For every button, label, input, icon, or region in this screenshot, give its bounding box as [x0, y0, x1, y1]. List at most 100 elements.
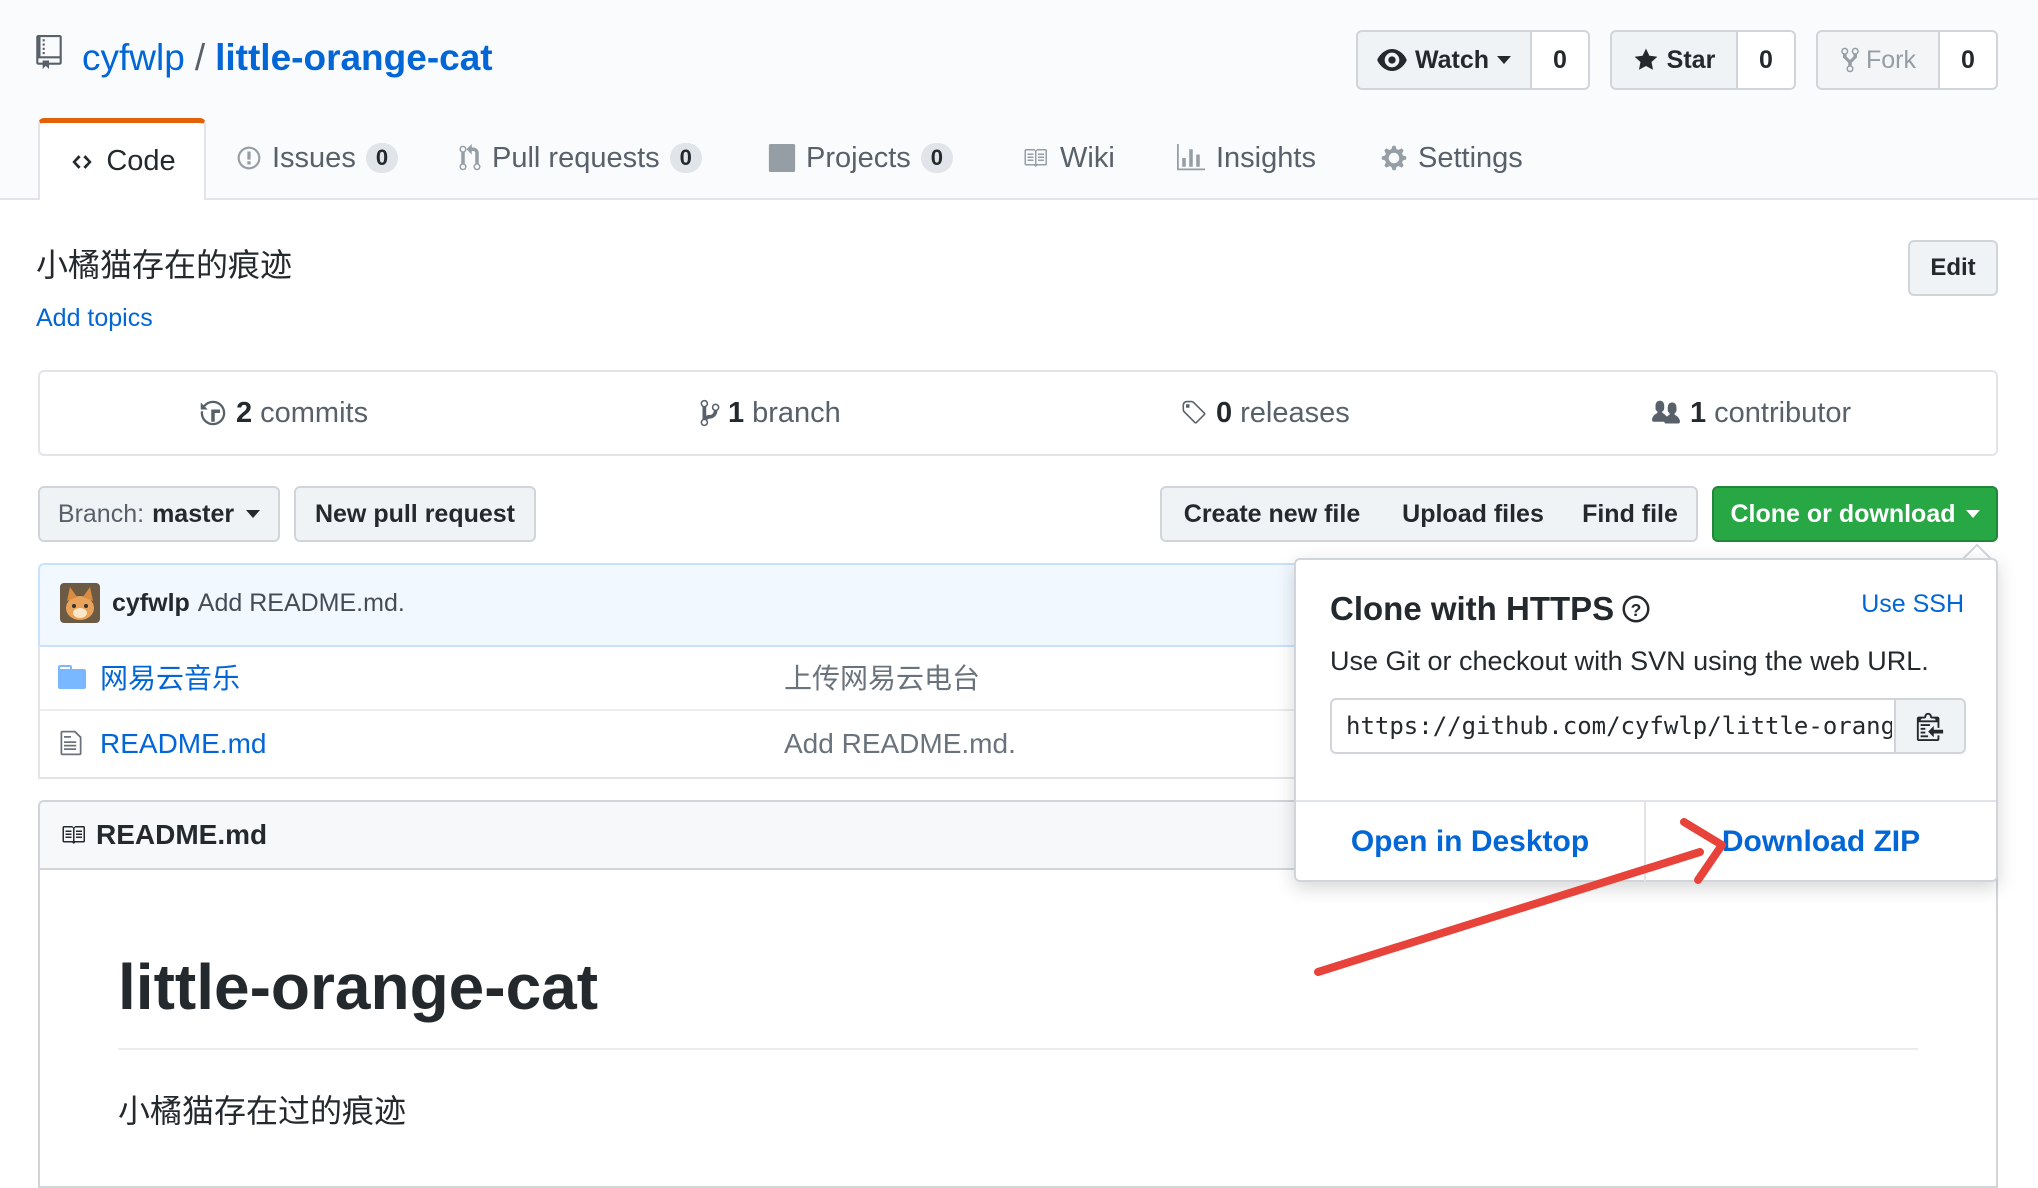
- star-label: Star: [1666, 45, 1716, 74]
- repo-owner-link[interactable]: cyfwlp: [82, 37, 185, 79]
- branch-label: branch: [752, 396, 841, 429]
- upload-files-button[interactable]: Upload files: [1382, 486, 1566, 542]
- contributor-label: contributor: [1714, 396, 1852, 429]
- tab-pull-requests[interactable]: Pull requests 0: [458, 118, 702, 198]
- tab-insights[interactable]: Insights: [1176, 118, 1316, 198]
- repo-title: cyfwlp / little-orange-cat: [36, 34, 493, 82]
- tag-icon: [1178, 399, 1208, 427]
- clone-dropdown: Clone with HTTPS ? Use SSH Use Git or ch…: [1294, 558, 1998, 882]
- readme-paragraph: 小橘猫存在过的痕迹: [118, 1093, 407, 1129]
- edit-description-button[interactable]: Edit: [1908, 240, 1998, 296]
- releases-link[interactable]: 0 releases: [1178, 372, 1350, 454]
- commit-info: cyfwlp Add README.md.: [112, 583, 405, 623]
- repo-separator: /: [194, 37, 206, 78]
- gear-icon: [1380, 144, 1408, 172]
- book-icon: [1020, 146, 1050, 170]
- branch-select-name: master: [152, 499, 235, 528]
- create-new-file-button[interactable]: Create new file: [1160, 486, 1384, 542]
- clone-dropdown-actions: Open in Desktop Download ZIP: [1296, 800, 1996, 884]
- book-icon: [58, 823, 88, 847]
- fork-group: Fork 0: [1816, 30, 1998, 90]
- tab-code[interactable]: Code: [38, 118, 206, 200]
- watch-button[interactable]: Watch: [1356, 30, 1532, 90]
- fork-button[interactable]: Fork: [1816, 30, 1940, 90]
- commits-count: 2: [236, 396, 253, 429]
- file-commit-message[interactable]: Add README.md.: [784, 728, 1016, 760]
- tab-wiki-label: Wiki: [1060, 141, 1115, 174]
- tab-wiki[interactable]: Wiki: [1020, 118, 1115, 198]
- file-commit-message[interactable]: 上传网易云电台: [784, 657, 980, 697]
- git-pull-request-icon: [458, 144, 482, 172]
- repo-description: 小橘猫存在的痕迹: [36, 247, 293, 283]
- clone-or-download-label: Clone or download: [1730, 499, 1956, 528]
- contributor-count: 1: [1690, 396, 1707, 429]
- projects-counter: 0: [920, 143, 954, 173]
- tab-settings[interactable]: Settings: [1380, 118, 1523, 198]
- readme-divider: [118, 1048, 1918, 1050]
- star-count[interactable]: 0: [1738, 30, 1796, 90]
- people-icon: [1650, 399, 1682, 427]
- file-name-link[interactable]: 网易云音乐: [100, 657, 240, 697]
- star-icon: [1633, 47, 1659, 73]
- download-zip-button[interactable]: Download ZIP: [1646, 802, 1996, 882]
- use-ssh-link[interactable]: Use SSH: [1861, 590, 1964, 619]
- repo-header: cyfwlp / little-orange-cat Watch 0 Star …: [0, 0, 2038, 200]
- graph-icon: [1176, 144, 1206, 172]
- file-name-link[interactable]: README.md: [100, 728, 266, 760]
- repo-name-link[interactable]: little-orange-cat: [215, 37, 493, 79]
- watch-group: Watch 0: [1356, 30, 1590, 90]
- watch-count[interactable]: 0: [1532, 30, 1590, 90]
- contributors-link[interactable]: 1 contributor: [1650, 372, 1851, 454]
- caret-down-icon: [1497, 56, 1512, 64]
- readme-heading: little-orange-cat: [118, 951, 599, 1023]
- clone-title-text: Clone with HTTPS: [1330, 590, 1615, 627]
- branch-count: 1: [728, 396, 745, 429]
- fork-icon: [1840, 46, 1860, 74]
- git-branch-icon: [700, 398, 720, 428]
- tab-insights-label: Insights: [1216, 141, 1316, 174]
- star-button[interactable]: Star: [1610, 30, 1738, 90]
- find-file-button[interactable]: Find file: [1564, 486, 1698, 542]
- commit-message[interactable]: Add README.md.: [198, 589, 405, 618]
- watch-label: Watch: [1414, 45, 1490, 74]
- question-icon[interactable]: ?: [1622, 595, 1650, 623]
- tab-projects[interactable]: Projects 0: [768, 118, 954, 198]
- numbers-summary: 2 commits 1 branch 0 releases 1 contribu…: [38, 370, 1998, 456]
- clone-instructions: Use Git or checkout with SVN using the w…: [1330, 646, 1929, 676]
- caret-down-icon: [246, 510, 261, 518]
- code-icon: [68, 151, 96, 173]
- readme-body: [38, 868, 1998, 1188]
- branch-select-prefix: Branch:: [57, 499, 145, 528]
- issue-opened-icon: [236, 145, 262, 171]
- commits-link[interactable]: 2 commits: [198, 372, 368, 454]
- eye-icon: [1377, 49, 1407, 71]
- avatar[interactable]: [60, 583, 100, 623]
- open-in-desktop-button[interactable]: Open in Desktop: [1296, 802, 1646, 882]
- fork-label: Fork: [1866, 45, 1916, 74]
- clone-or-download-button[interactable]: Clone or download: [1712, 486, 1998, 542]
- tab-issues[interactable]: Issues 0: [236, 118, 399, 198]
- svg-text:?: ?: [1631, 600, 1642, 620]
- releases-count: 0: [1216, 396, 1233, 429]
- copy-url-button[interactable]: [1894, 698, 1966, 754]
- clone-url-input[interactable]: [1330, 698, 1896, 754]
- branch-select-button[interactable]: Branch: master: [38, 486, 280, 542]
- clone-dropdown-title: Clone with HTTPS ?: [1330, 590, 1650, 628]
- history-icon: [198, 399, 228, 427]
- add-topics-link[interactable]: Add topics: [36, 304, 153, 333]
- tab-pull-requests-label: Pull requests: [492, 141, 660, 174]
- releases-label: releases: [1240, 396, 1350, 429]
- project-icon: [768, 144, 796, 172]
- commit-author[interactable]: cyfwlp: [112, 589, 190, 618]
- branches-link[interactable]: 1 branch: [700, 372, 841, 454]
- pull-requests-counter: 0: [669, 143, 702, 173]
- fork-count[interactable]: 0: [1940, 30, 1998, 90]
- issues-counter: 0: [365, 143, 399, 173]
- file-text-icon: [60, 729, 82, 757]
- caret-down-icon: [1965, 510, 1980, 518]
- tab-projects-label: Projects: [806, 141, 911, 174]
- repo-icon: [36, 35, 70, 81]
- commits-label: commits: [260, 396, 369, 429]
- tab-issues-label: Issues: [272, 141, 356, 174]
- new-pull-request-button[interactable]: New pull request: [294, 486, 536, 542]
